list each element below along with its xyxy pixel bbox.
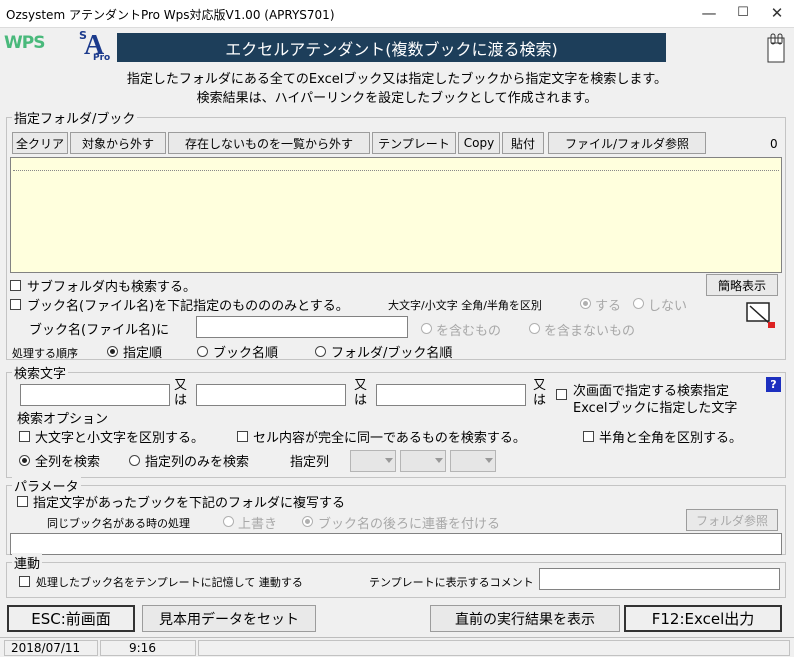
status-bar: 2018/07/11 9:16 <box>0 637 794 657</box>
include-subfolders-checkbox[interactable] <box>10 280 21 291</box>
overwrite-label: 上書き <box>238 517 278 532</box>
file-folder-browse-button[interactable]: ファイル/フォルダ参照 <box>548 132 706 154</box>
folder-book-group-label: 指定フォルダ/ブック <box>12 108 138 127</box>
search-options-label: 検索オプション <box>17 412 109 427</box>
description-line-2: 検索結果は、ハイパーリンクを設定したブックとして作成されます。 <box>196 91 598 106</box>
include-subfolders-label: サブフォルダ内も検索する。 <box>27 280 197 295</box>
status-time: 9:16 <box>100 640 196 656</box>
minimize-icon[interactable]: — <box>694 0 724 28</box>
folder-book-list[interactable] <box>10 157 782 273</box>
remove-missing-button[interactable]: 存在しないものを一覧から外す <box>168 132 370 154</box>
esc-back-button[interactable]: ESC:前画面 <box>7 605 135 632</box>
search-text-group-label: 検索文字 <box>12 363 69 382</box>
all-columns-label: 全列を検索 <box>35 455 101 470</box>
only-named-books-label: ブック名(ファイル名)を下記指定のものののみとする。 <box>27 299 349 314</box>
item-count: 0 <box>770 137 778 151</box>
order-bookname-label: ブック名順 <box>213 346 279 361</box>
case-sensitive-label: 大文字と小文字を区別する。 <box>35 431 205 446</box>
status-message <box>198 640 790 656</box>
show-last-result-button[interactable]: 直前の実行結果を表示 <box>430 605 620 632</box>
specified-columns-radio[interactable] <box>129 455 140 466</box>
not-contains-label: を含まないもの <box>544 324 636 339</box>
case-sensitive-checkbox[interactable] <box>19 431 30 442</box>
contains-label: を含むもの <box>436 324 502 339</box>
same-name-label: 同じブック名がある時の処理 <box>47 517 190 530</box>
status-date: 2018/07/11 <box>4 640 98 656</box>
book-name-label: ブック名(ファイル名)に <box>29 323 170 338</box>
folder-browse-button[interactable]: フォルダ参照 <box>686 509 778 531</box>
order-specified-label: 指定順 <box>123 346 163 361</box>
column-select-2[interactable] <box>400 450 446 472</box>
order-folder-book-radio[interactable] <box>315 346 326 357</box>
list-focus-row <box>13 170 779 171</box>
copy-books-label: 指定文字があったブックを下記のフォルダに複写する <box>33 496 346 511</box>
template-comment-input[interactable] <box>539 568 780 590</box>
settings-document-icon[interactable] <box>764 32 790 66</box>
chevron-down-icon <box>485 458 493 463</box>
description-line-1: 指定したフォルダにある全てのExcelブック又は指定したブックから指定文字を検索… <box>126 72 668 87</box>
close-icon[interactable]: ✕ <box>762 0 792 28</box>
maximize-icon[interactable]: ☐ <box>728 0 758 28</box>
search-term-2-input[interactable] <box>196 384 346 406</box>
sap-logo-pro: Pro <box>93 53 111 63</box>
specified-columns-label: 指定列のみを検索 <box>145 455 250 470</box>
copy-button[interactable]: Copy <box>458 132 500 154</box>
banner-title: エクセルアテンダント(複数ブックに渡る検索) <box>117 33 666 62</box>
order-bookname-radio[interactable] <box>197 346 208 357</box>
set-sample-data-button[interactable]: 見本用データをセット <box>142 605 316 632</box>
template-button[interactable]: テンプレート <box>372 132 456 154</box>
chevron-down-icon <box>435 458 443 463</box>
excel-output-button[interactable]: F12:Excel出力 <box>624 605 782 632</box>
order-specified-radio[interactable] <box>107 346 118 357</box>
overwrite-radio[interactable] <box>223 516 234 527</box>
simple-view-button[interactable]: 簡略表示 <box>706 274 778 296</box>
clear-all-button[interactable]: 全クリア <box>12 132 68 154</box>
not-contains-radio[interactable] <box>529 323 540 334</box>
search-term-1-input[interactable] <box>20 384 170 406</box>
wps-logo: WPS <box>4 33 45 53</box>
column-label: 指定列 <box>290 455 330 470</box>
or-label-2: 又は <box>354 378 368 408</box>
chevron-down-icon <box>385 458 393 463</box>
contains-radio[interactable] <box>421 323 432 334</box>
book-name-input[interactable] <box>196 316 408 338</box>
help-icon[interactable]: ? <box>766 377 781 392</box>
case-distinction-label: 大文字/小文字 全角/半角を区別 <box>388 299 542 312</box>
link-group-label: 連動 <box>12 553 43 572</box>
column-select-1[interactable] <box>350 450 396 472</box>
or-label-3: 又は <box>533 378 547 408</box>
process-order-label: 処理する順序 <box>12 347 78 360</box>
case-yes-radio[interactable] <box>580 298 591 309</box>
column-select-3[interactable] <box>450 450 496 472</box>
order-folder-book-label: フォルダ/ブック名順 <box>331 346 453 361</box>
copy-folder-path-input[interactable] <box>10 533 782 555</box>
width-sensitive-checkbox[interactable] <box>583 431 594 442</box>
title-bar: Ozsystem アテンダントPro Wps対応版V1.00 (APRYS701… <box>0 0 794 28</box>
append-number-label: ブック名の後ろに連番を付ける <box>318 517 501 532</box>
all-columns-radio[interactable] <box>19 455 30 466</box>
copy-books-checkbox[interactable] <box>17 496 28 507</box>
window-title: Ozsystem アテンダントPro Wps対応版V1.00 (APRYS701… <box>6 8 335 22</box>
clear-edit-icon[interactable] <box>744 300 778 330</box>
exact-match-checkbox[interactable] <box>237 431 248 442</box>
next-screen-checkbox[interactable] <box>556 389 567 400</box>
remember-link-checkbox[interactable] <box>19 576 30 587</box>
case-no-label: しない <box>648 299 688 314</box>
exact-match-label: セル内容が完全に同一であるものを検索する。 <box>253 431 526 446</box>
only-named-books-checkbox[interactable] <box>10 299 21 310</box>
case-no-radio[interactable] <box>633 298 644 309</box>
or-label-1: 又は <box>174 378 188 408</box>
sap-logo: S A Pro <box>79 29 113 65</box>
template-comment-label: テンプレートに表示するコメント <box>369 576 534 589</box>
width-sensitive-label: 半角と全角を区別する。 <box>599 431 743 446</box>
remove-target-button[interactable]: 対象から外す <box>70 132 166 154</box>
paste-button[interactable]: 貼付 <box>502 132 544 154</box>
search-term-3-input[interactable] <box>376 384 526 406</box>
case-yes-label: する <box>595 299 622 314</box>
next-screen-label-2: Excelブックに指定した文字 <box>573 401 738 416</box>
append-number-radio[interactable] <box>302 516 313 527</box>
remember-link-label: 処理したブック名をテンプレートに記憶して 連動する <box>36 576 303 589</box>
